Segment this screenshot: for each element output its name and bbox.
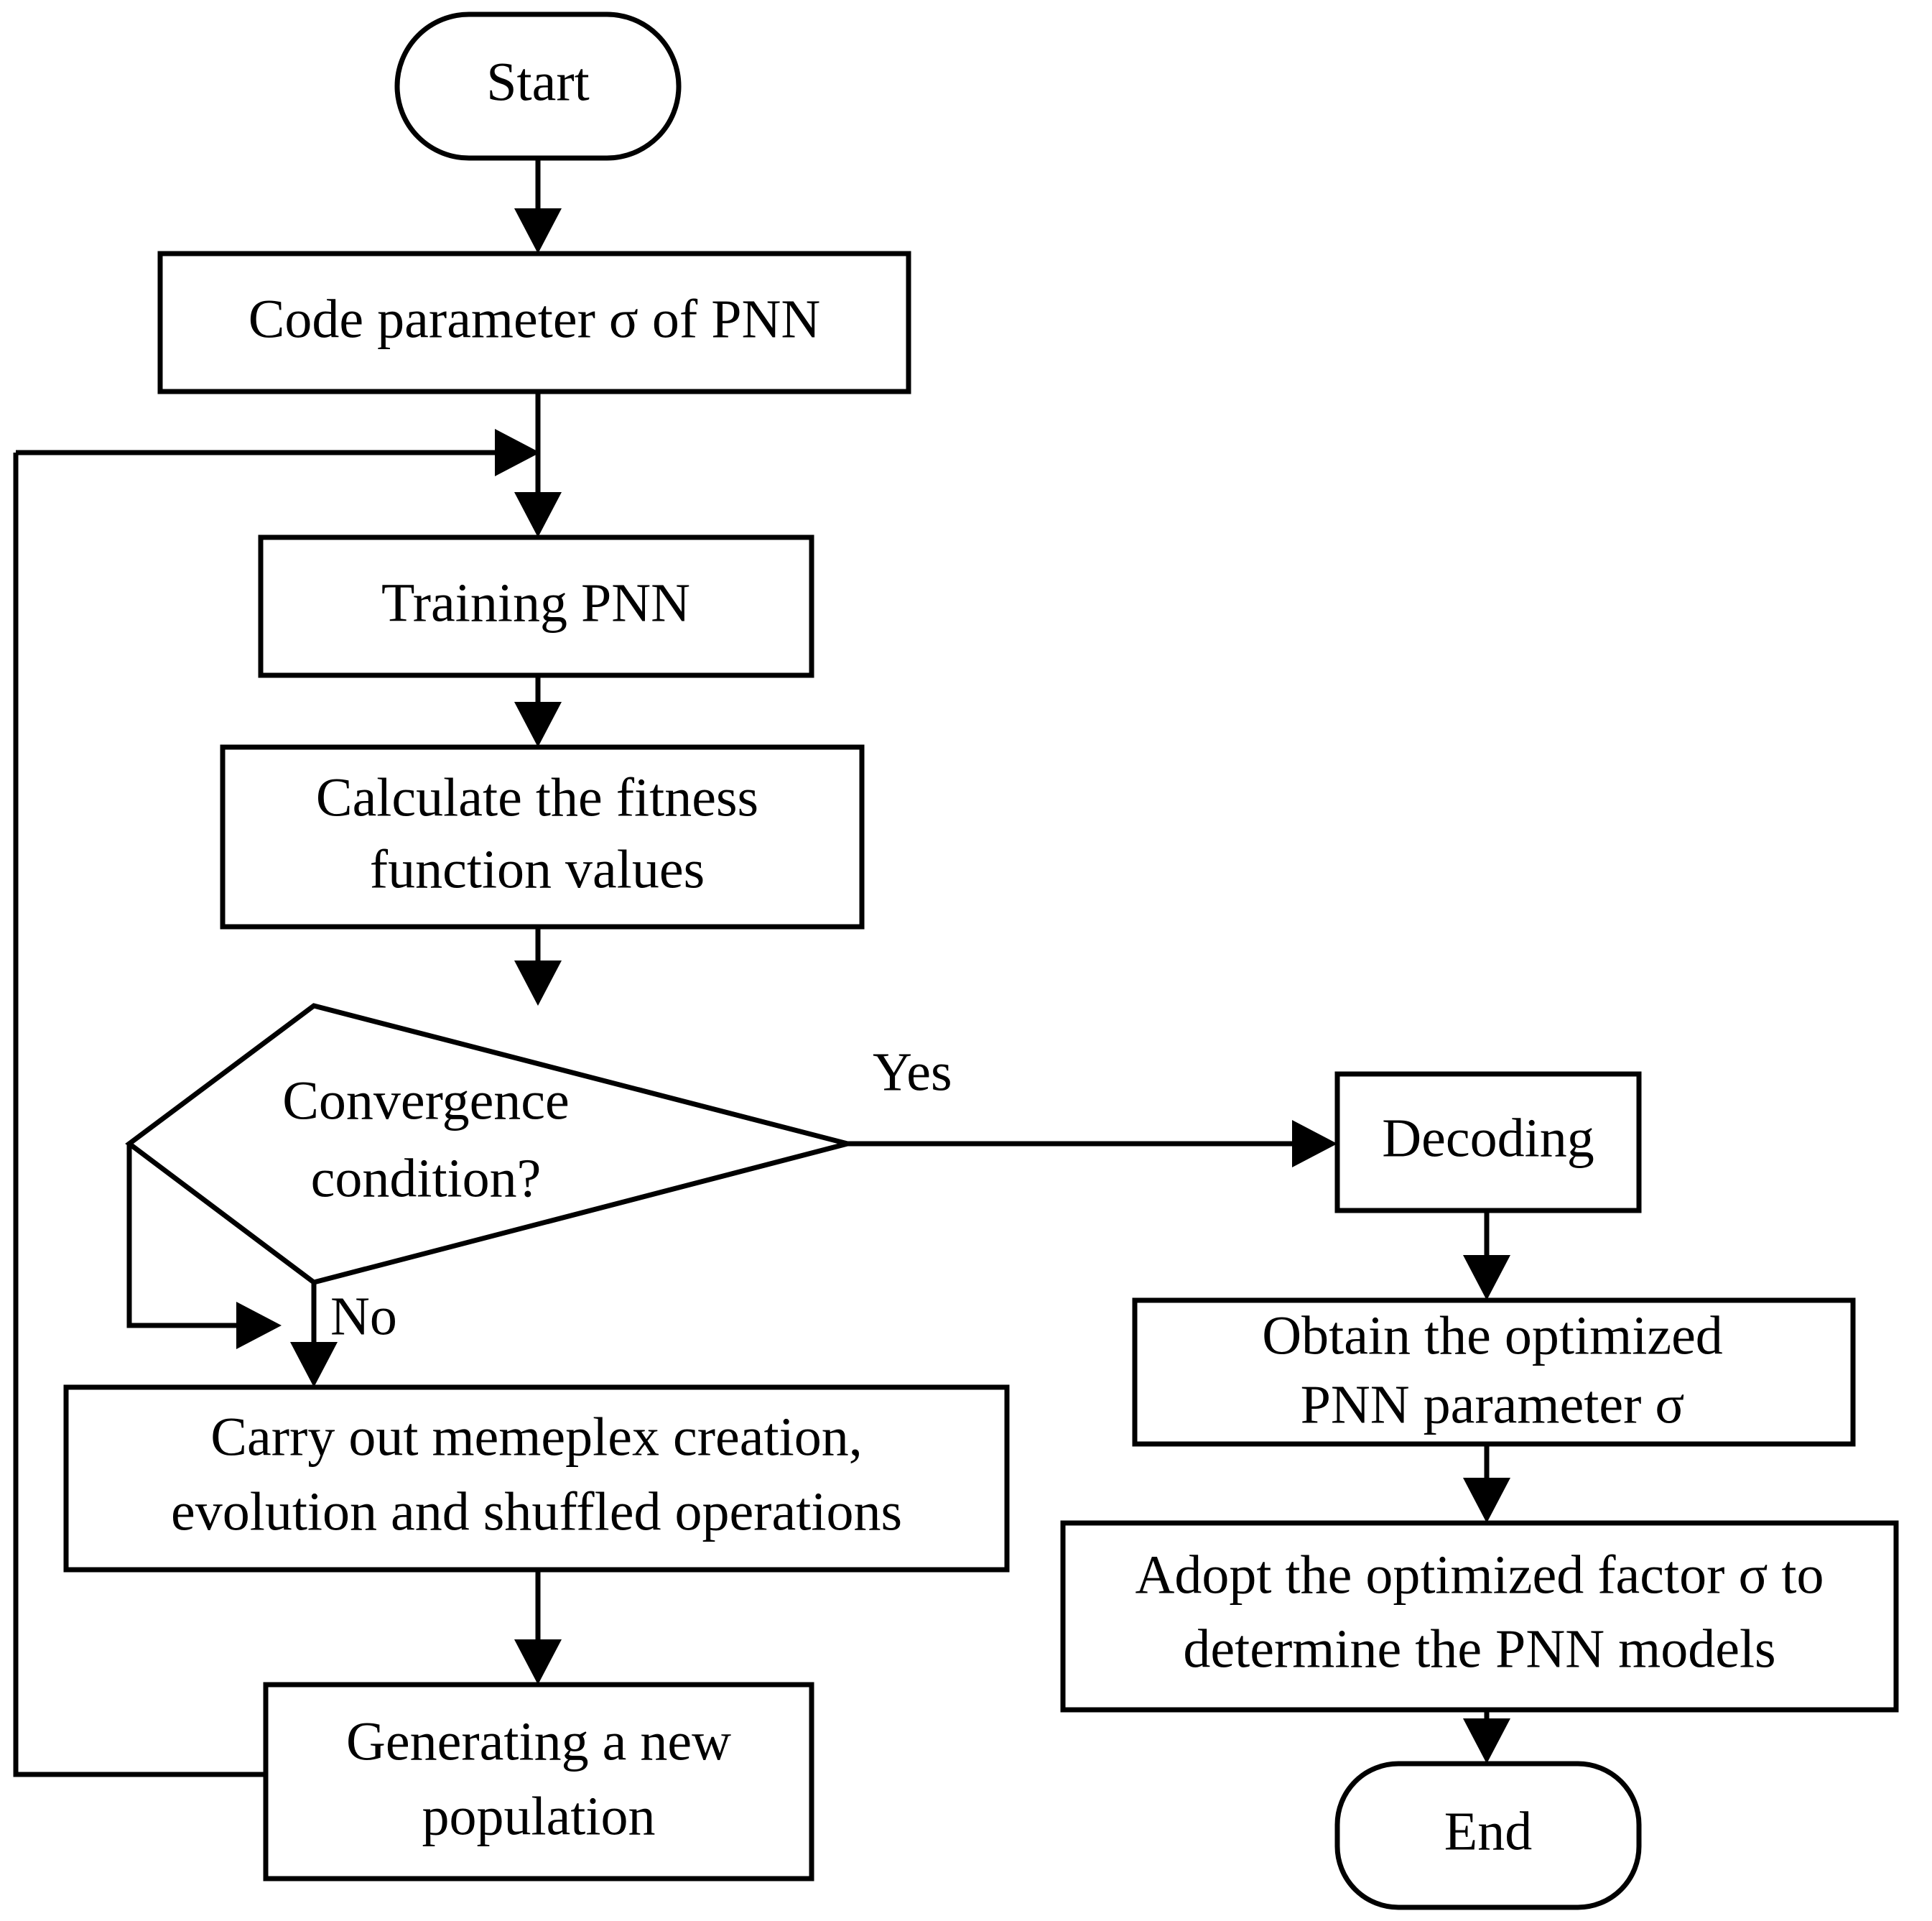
flowchart-canvas: Start Code parameter σ of PNN Training P…: [0, 0, 1932, 1921]
edge-label-yes: Yes: [873, 1042, 952, 1102]
arrow-head-icon: [1463, 1718, 1510, 1764]
node-start[interactable]: Start: [394, 11, 682, 161]
arrow-head-icon: [290, 1342, 338, 1387]
arrow-head-icon: [236, 1302, 282, 1349]
flowchart-svg: Start Code parameter σ of PNN Training P…: [13, 11, 1899, 1910]
adopt-optimized-label-line2: determine the PNN models: [1183, 1619, 1775, 1679]
convergence-label-line1: Convergence: [282, 1070, 570, 1131]
code-parameter-label: Code parameter σ of PNN: [249, 289, 821, 349]
node-new-population[interactable]: Generating a new population: [263, 1682, 814, 1881]
arrow-head-icon: [1463, 1255, 1510, 1300]
edge-start-to-code: [514, 158, 562, 254]
node-training-pnn[interactable]: Training PNN: [258, 534, 814, 678]
node-adopt-optimized[interactable]: Adopt the optimized factor σ to determin…: [1060, 1520, 1899, 1713]
arrow-head-icon: [514, 208, 562, 254]
memeplex-label-line2: evolution and shuffled operations: [171, 1481, 902, 1542]
edge-label-no: No: [330, 1286, 397, 1346]
node-obtain-optimized[interactable]: Obtain the optimized PNN parameter σ: [1132, 1297, 1856, 1447]
edge-memeplex-to-population: [514, 1570, 562, 1685]
node-code-parameter[interactable]: Code parameter σ of PNN: [157, 251, 911, 394]
obtain-optimized-label-line2: PNN parameter σ: [1301, 1374, 1685, 1435]
edge-training-to-calculate: [514, 675, 562, 747]
arrow-head-icon: [514, 960, 562, 1006]
adopt-optimized-label-line1: Adopt the optimized factor σ to: [1135, 1545, 1824, 1605]
node-calculate-fitness[interactable]: Calculate the fitness function values: [220, 744, 865, 930]
arrow-head-icon: [1292, 1120, 1337, 1167]
edge-decoding-to-obtain: [1463, 1211, 1510, 1300]
node-decoding[interactable]: Decoding: [1334, 1071, 1642, 1213]
end-label: End: [1444, 1801, 1532, 1861]
calculate-fitness-label-line1: Calculate the fitness: [316, 767, 758, 828]
arrow-head-icon: [1463, 1478, 1510, 1523]
edge-code-to-training: [514, 392, 562, 537]
convergence-label-line2: condition?: [311, 1148, 542, 1208]
decoding-label: Decoding: [1382, 1108, 1594, 1168]
edge-convergence-yes-to-decoding: [847, 1120, 1337, 1167]
edge-adopt-to-end: [1463, 1710, 1510, 1764]
arrow-head-icon: [514, 492, 562, 537]
convergence-diamond-shape: [125, 1003, 858, 1285]
arrow-head-icon: [514, 1639, 562, 1685]
training-pnn-label: Training PNN: [381, 573, 690, 633]
arrow-head-icon: [514, 702, 562, 747]
new-population-label-line1: Generating a new: [346, 1711, 731, 1772]
start-label: Start: [486, 52, 590, 112]
node-convergence-decision[interactable]: Convergence condition?: [125, 1003, 858, 1285]
arrow-head-icon: [495, 429, 540, 476]
edge-obtain-to-adopt: [1463, 1444, 1510, 1523]
new-population-label-line2: population: [422, 1786, 655, 1846]
node-end[interactable]: End: [1334, 1761, 1642, 1910]
node-memeplex-operations[interactable]: Carry out memeplex creation, evolution a…: [63, 1384, 1010, 1573]
memeplex-label-line1: Carry out memeplex creation,: [210, 1407, 862, 1467]
edge-calculate-to-convergence: [514, 927, 562, 1006]
calculate-fitness-label-line2: function values: [370, 839, 705, 899]
obtain-optimized-label-line1: Obtain the optimized: [1262, 1305, 1723, 1366]
edge-feedback-to-training: [16, 429, 540, 476]
